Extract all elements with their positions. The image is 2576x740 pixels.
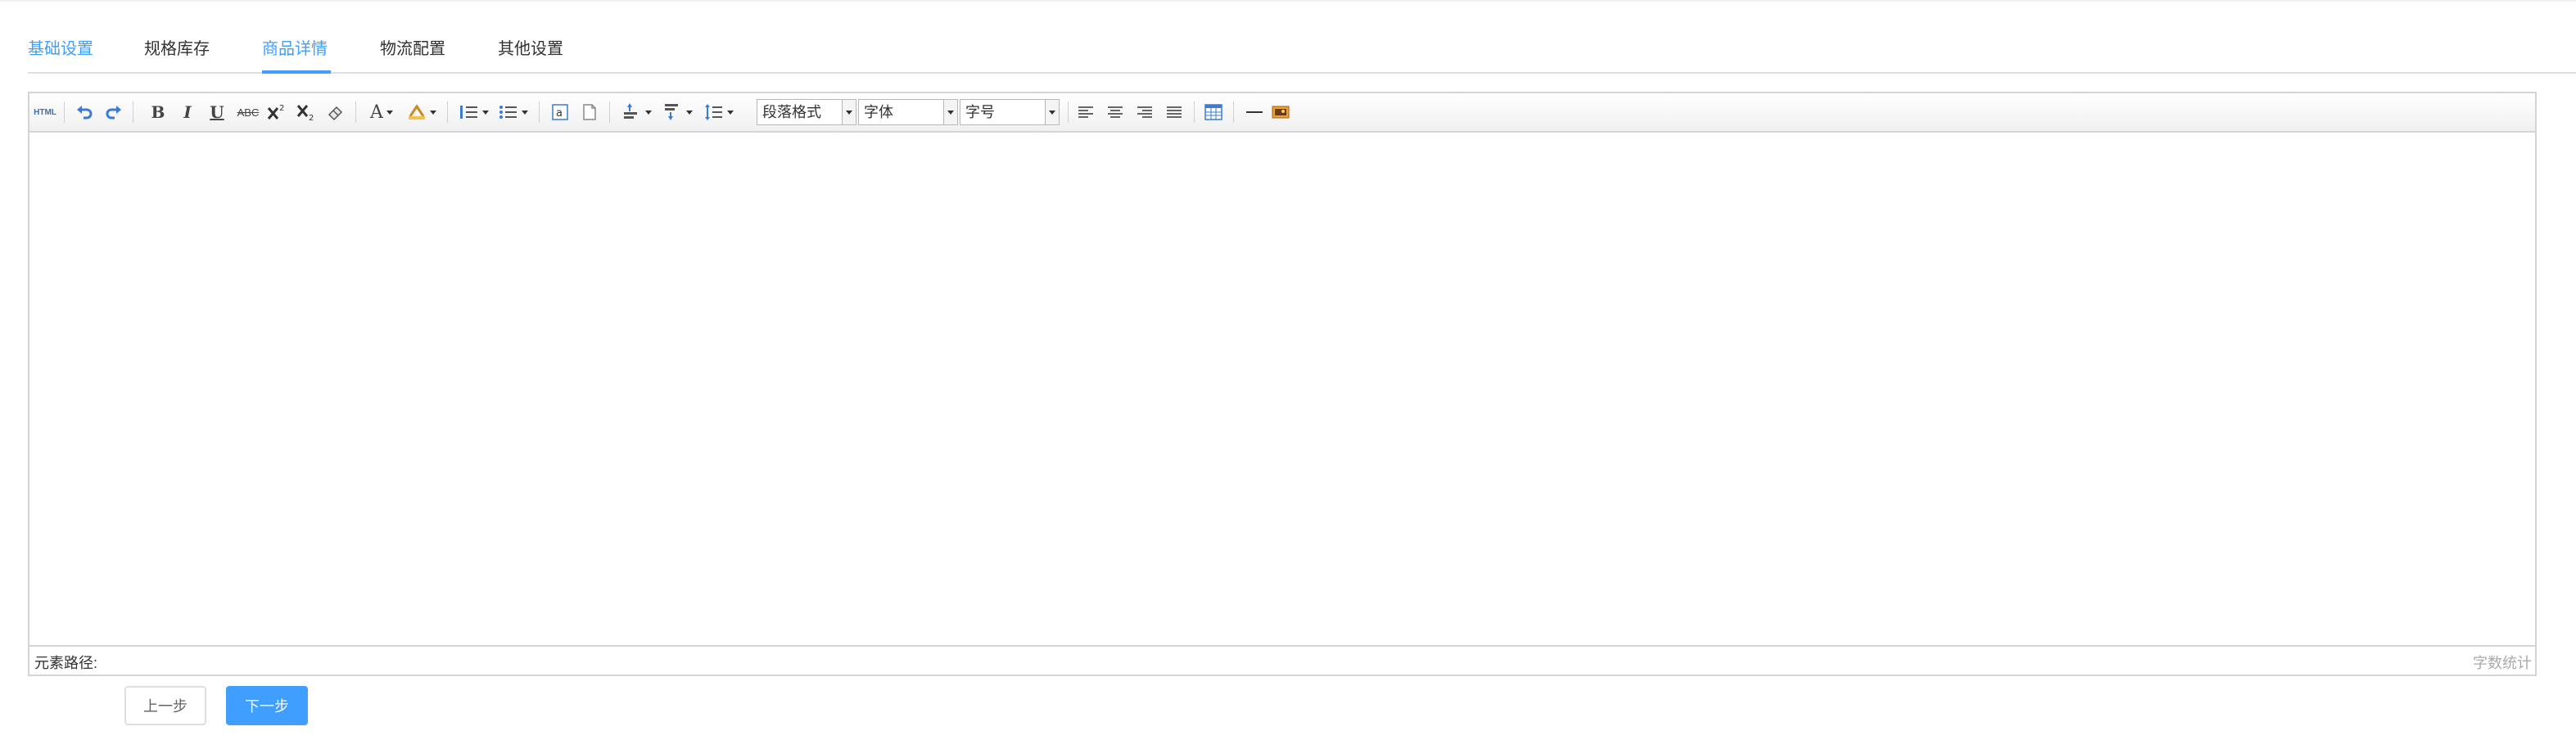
align-center-button[interactable] xyxy=(1104,100,1127,124)
font-size-select[interactable]: 字号 xyxy=(960,99,1060,125)
tab-other-settings[interactable]: 其他设置 xyxy=(498,31,563,74)
unordered-list-icon xyxy=(499,106,517,119)
svg-text:2: 2 xyxy=(309,114,314,122)
tab-product-detail[interactable]: 商品详情 xyxy=(262,31,331,74)
tab-logistics[interactable]: 物流配置 xyxy=(380,31,445,74)
eraser-icon xyxy=(328,106,343,121)
toolbar-separator xyxy=(539,102,540,123)
toolbar-separator xyxy=(1233,102,1234,123)
underline-button[interactable]: U xyxy=(206,100,228,124)
toolbar-separator xyxy=(1194,102,1195,123)
font-family-select[interactable]: 字体 xyxy=(858,99,958,125)
insert-table-button[interactable] xyxy=(1202,100,1225,124)
align-justify-icon xyxy=(1167,106,1182,118)
chevron-down-icon xyxy=(645,110,652,115)
font-family-value: 字体 xyxy=(864,104,893,120)
clear-format-button[interactable] xyxy=(324,100,347,124)
paste-plain-button[interactable] xyxy=(578,100,601,124)
chevron-down-icon xyxy=(386,110,393,115)
italic-button[interactable]: I xyxy=(177,100,198,124)
horizontal-rule-icon xyxy=(1246,111,1263,113)
row-spacing-top-icon xyxy=(624,103,637,119)
subscript-button[interactable]: 2 xyxy=(295,100,318,124)
top-border xyxy=(0,0,2576,2)
bold-button[interactable]: B xyxy=(147,100,169,124)
align-center-icon xyxy=(1108,106,1123,118)
toolbar-separator xyxy=(64,102,65,123)
row-spacing-top-button[interactable] xyxy=(619,100,655,124)
editor-toolbar: HTML B I U ABC 2 2 A a 段落格式 字体 字号 xyxy=(29,93,2535,133)
chevron-down-icon xyxy=(482,110,489,115)
align-left-button[interactable] xyxy=(1074,100,1097,124)
insert-image-button[interactable] xyxy=(1269,100,1292,124)
font-color-label: A xyxy=(370,102,383,123)
editor-statusbar: 元素路径: 字数统计 xyxy=(29,645,2535,675)
chevron-down-icon xyxy=(842,100,856,124)
toolbar-separator xyxy=(1068,102,1069,123)
align-right-button[interactable] xyxy=(1133,100,1156,124)
paste-plain-icon xyxy=(583,104,596,120)
ordered-list-button[interactable] xyxy=(457,100,491,124)
superscript-icon: 2 xyxy=(267,104,284,120)
chevron-down-icon xyxy=(522,110,528,115)
highlight-icon xyxy=(409,104,425,120)
svg-text:a: a xyxy=(556,107,563,120)
tab-spec-stock[interactable]: 规格库存 xyxy=(144,31,210,74)
tab-product-detail-label: 商品详情 xyxy=(262,40,328,58)
align-right-icon xyxy=(1137,106,1152,118)
undo-icon xyxy=(77,106,93,120)
strikethrough-button[interactable]: ABC xyxy=(236,100,260,124)
rich-text-editor: HTML B I U ABC 2 2 A a 段落格式 字体 字号 元素路径: … xyxy=(28,92,2537,676)
chevron-down-icon xyxy=(943,100,957,124)
word-count-label: 字数统计 xyxy=(2473,655,2532,671)
svg-text:2: 2 xyxy=(279,104,284,113)
anchor-button[interactable]: a xyxy=(549,100,572,124)
undo-button[interactable] xyxy=(74,100,95,124)
chevron-down-icon xyxy=(727,110,734,115)
element-path-label: 元素路径: xyxy=(34,655,98,671)
image-icon xyxy=(1272,106,1290,119)
redo-button[interactable] xyxy=(103,100,124,124)
next-step-button[interactable]: 下一步 xyxy=(226,686,308,725)
redo-icon xyxy=(106,106,121,120)
subscript-icon: 2 xyxy=(296,105,314,122)
tab-basic-settings[interactable]: 基础设置 xyxy=(28,31,93,74)
editor-content-area[interactable] xyxy=(29,133,2535,645)
tab-bar: 基础设置 规格库存 商品详情 物流配置 其他设置 xyxy=(28,31,2576,74)
chevron-down-icon xyxy=(1045,100,1059,124)
superscript-button[interactable]: 2 xyxy=(265,100,288,124)
anchor-icon: a xyxy=(552,104,568,120)
font-size-value: 字号 xyxy=(965,104,995,120)
font-color-button[interactable]: A xyxy=(365,100,398,124)
paragraph-format-value: 段落格式 xyxy=(762,104,821,120)
chevron-down-icon xyxy=(430,110,436,115)
ordered-list-icon xyxy=(460,106,477,119)
paragraph-format-select[interactable]: 段落格式 xyxy=(757,99,856,125)
align-left-icon xyxy=(1078,106,1093,118)
row-spacing-bottom-button[interactable] xyxy=(660,100,696,124)
active-tab-indicator xyxy=(262,70,331,74)
unordered-list-button[interactable] xyxy=(496,100,531,124)
table-icon xyxy=(1204,104,1222,120)
toolbar-separator xyxy=(447,102,448,123)
html-source-button[interactable]: HTML xyxy=(34,100,56,124)
line-height-icon xyxy=(705,104,722,120)
background-color-button[interactable] xyxy=(404,100,439,124)
horizontal-rule-button[interactable] xyxy=(1243,100,1266,124)
toolbar-separator xyxy=(355,102,356,123)
previous-step-button[interactable]: 上一步 xyxy=(124,686,206,725)
align-justify-button[interactable] xyxy=(1163,100,1186,124)
line-height-button[interactable] xyxy=(701,100,737,124)
chevron-down-icon xyxy=(686,110,693,115)
toolbar-separator xyxy=(609,102,610,123)
row-spacing-bottom-icon xyxy=(665,104,678,120)
